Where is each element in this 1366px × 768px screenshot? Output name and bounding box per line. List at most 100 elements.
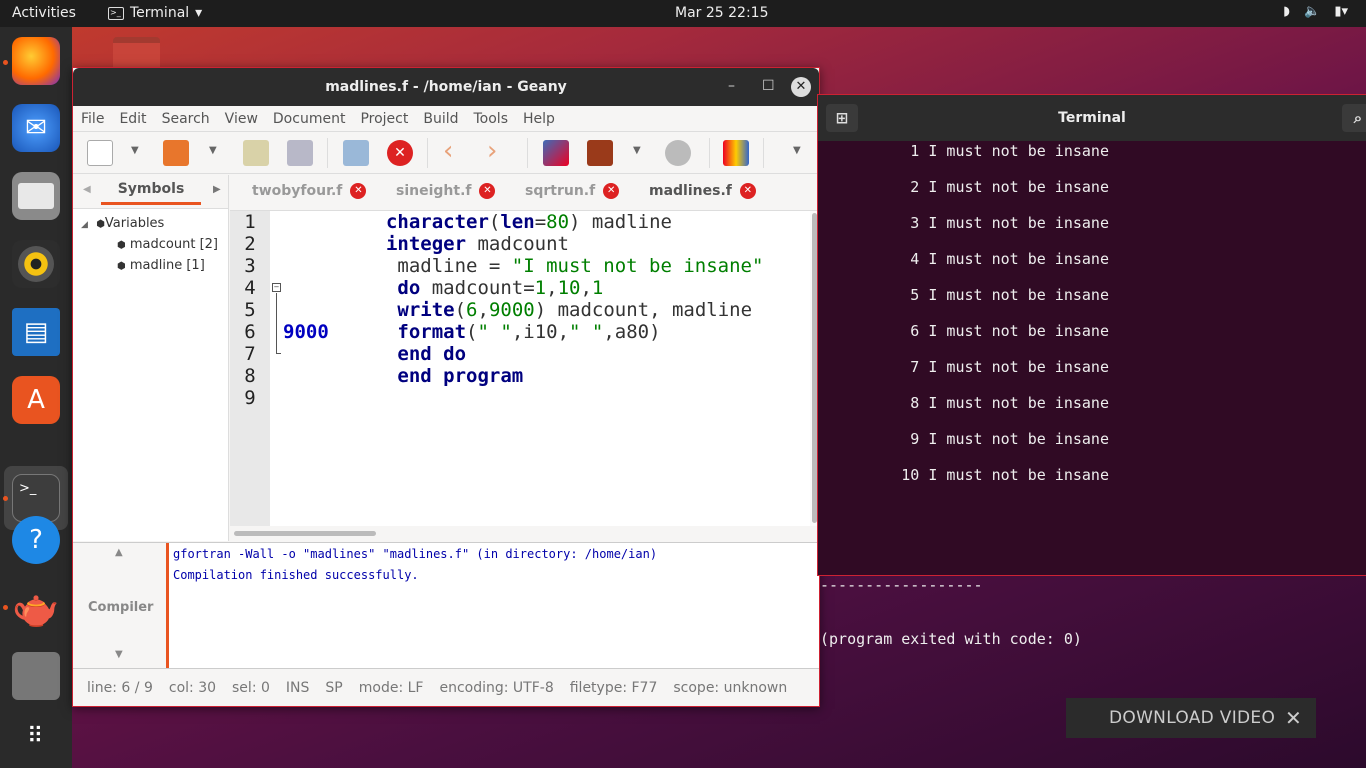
new-tab-icon[interactable]: ⊞ bbox=[826, 104, 858, 132]
terminal-dock-icon[interactable]: >_ bbox=[12, 474, 60, 522]
terminal-line: 10 I must not be insane bbox=[820, 466, 1109, 484]
close-icon[interactable]: ✕ bbox=[1285, 706, 1302, 730]
tree-item-madcount[interactable]: ⬢ madcount [2] bbox=[73, 234, 228, 255]
sidebar-next-icon[interactable]: ▶ bbox=[213, 184, 221, 195]
build-icon[interactable] bbox=[587, 140, 613, 166]
color-chooser-icon[interactable] bbox=[723, 140, 749, 166]
status-line: line: 6 / 9 bbox=[87, 679, 153, 696]
status-encoding: encoding: UTF-8 bbox=[439, 679, 554, 696]
menu-project[interactable]: Project bbox=[360, 111, 408, 127]
close-icon[interactable]: ✕ bbox=[791, 77, 811, 97]
new-file-icon[interactable] bbox=[87, 140, 113, 166]
search-icon[interactable]: ⌕ bbox=[1342, 104, 1366, 132]
open-dropdown-icon[interactable]: ▼ bbox=[209, 145, 219, 171]
terminal-titlebar[interactable]: ⊞ Terminal ⌕ bbox=[818, 95, 1366, 141]
tab-close-icon[interactable]: ✕ bbox=[739, 183, 756, 199]
terminal-output[interactable]: 1 I must not be insane 2 I must not be i… bbox=[820, 143, 1109, 503]
code-token: do bbox=[397, 277, 421, 299]
app-menu[interactable]: >_ Terminal ▾ bbox=[108, 5, 202, 21]
thunderbird-icon[interactable]: ✉ bbox=[12, 104, 60, 152]
tab-close-icon[interactable]: ✕ bbox=[603, 183, 620, 199]
status-scope: scope: unknown bbox=[673, 679, 788, 696]
code-line: end program bbox=[283, 365, 810, 387]
tab-symbols[interactable]: Symbols bbox=[101, 181, 201, 205]
menu-edit[interactable]: Edit bbox=[119, 111, 146, 127]
menu-tools[interactable]: Tools bbox=[474, 111, 509, 127]
code-token: 6 bbox=[466, 299, 478, 321]
line-number: 4 bbox=[244, 277, 256, 299]
status-ins: INS bbox=[285, 679, 310, 696]
download-video-banner[interactable]: DOWNLOAD VIDEO ✕ bbox=[1066, 698, 1316, 738]
line-number: 3 bbox=[244, 255, 256, 277]
clock[interactable]: Mar 25 22:15 bbox=[675, 5, 768, 21]
forward-icon[interactable]: › bbox=[487, 138, 513, 166]
activities-button[interactable]: Activities bbox=[12, 5, 76, 21]
toolbar-overflow-icon[interactable]: ▼ bbox=[793, 145, 803, 171]
sidebar-prev-icon[interactable]: ◀ bbox=[83, 184, 91, 195]
code-token: end program bbox=[397, 365, 524, 387]
terminal-line: 3 I must not be insane bbox=[820, 214, 1109, 232]
panel-down-icon[interactable]: ▼ bbox=[115, 649, 123, 660]
sidebar: ◀ Symbols ▶ ◢ ⬢Variables ⬢ madcount [2] … bbox=[73, 175, 229, 541]
terminal-line: 4 I must not be insane bbox=[820, 250, 1109, 268]
fold-marker-icon[interactable]: − bbox=[272, 283, 281, 292]
symbol-tree: ◢ ⬢Variables ⬢ madcount [2] ⬢ madline [1… bbox=[73, 209, 228, 276]
variable-icon: ⬢ bbox=[117, 261, 126, 272]
menu-help[interactable]: Help bbox=[523, 111, 555, 127]
panel-up-icon[interactable]: ▲ bbox=[115, 547, 123, 558]
download-video-button[interactable]: DOWNLOAD VIDEO bbox=[1109, 708, 1275, 728]
tab-compiler[interactable]: Compiler bbox=[88, 600, 153, 615]
tab-close-icon[interactable]: ✕ bbox=[350, 183, 367, 199]
menu-view[interactable]: View bbox=[225, 111, 258, 127]
build-dropdown-icon[interactable]: ▼ bbox=[633, 145, 643, 171]
tab-twobyfour[interactable]: twobyfour.f ✕ bbox=[252, 183, 367, 199]
close-file-icon[interactable]: ✕ bbox=[387, 140, 413, 166]
tree-group-variables[interactable]: ◢ ⬢Variables bbox=[73, 213, 228, 234]
code-line: end do bbox=[283, 343, 810, 365]
save-icon[interactable] bbox=[243, 140, 269, 166]
ubuntu-software-icon[interactable]: A bbox=[12, 376, 60, 424]
code-token: " " bbox=[477, 321, 512, 343]
rhythmbox-icon[interactable] bbox=[12, 240, 60, 288]
sd-card-icon[interactable] bbox=[12, 652, 60, 700]
tab-sqrtrun[interactable]: sqrtrun.f ✕ bbox=[525, 183, 620, 199]
horizontal-scrollbar[interactable] bbox=[230, 526, 820, 540]
menu-search[interactable]: Search bbox=[162, 111, 210, 127]
tab-sineight[interactable]: sineight.f ✕ bbox=[396, 183, 496, 199]
compile-icon[interactable] bbox=[543, 140, 569, 166]
show-applications-icon[interactable]: ⠿ bbox=[12, 712, 60, 760]
execute-icon[interactable] bbox=[665, 140, 691, 166]
system-tray[interactable]: ◗ 🔈 ▮▾ bbox=[1283, 4, 1348, 19]
firefox-icon[interactable] bbox=[12, 37, 60, 85]
tree-item-madline[interactable]: ⬢ madline [1] bbox=[73, 255, 228, 276]
tab-madlines[interactable]: madlines.f ✕ bbox=[637, 183, 774, 214]
minimize-icon[interactable]: – bbox=[728, 77, 735, 95]
menu-build[interactable]: Build bbox=[423, 111, 458, 127]
line-number: 8 bbox=[244, 365, 256, 387]
code-editor[interactable]: character(len=80) madline integer madcou… bbox=[283, 211, 810, 526]
wifi-icon: ◗ bbox=[1283, 4, 1291, 19]
fold-margin[interactable]: − bbox=[270, 211, 283, 526]
geany-icon[interactable]: 🫖 bbox=[12, 584, 60, 632]
help-icon[interactable]: ? bbox=[12, 516, 60, 564]
menu-document[interactable]: Document bbox=[273, 111, 346, 127]
status-filetype: filetype: F77 bbox=[569, 679, 658, 696]
save-all-icon[interactable] bbox=[287, 140, 313, 166]
revert-icon[interactable] bbox=[343, 140, 369, 166]
open-file-icon[interactable] bbox=[163, 140, 189, 166]
libreoffice-writer-icon[interactable]: ▤ bbox=[12, 308, 60, 356]
geany-titlebar[interactable]: madlines.f - /home/ian - Geany – ☐ ✕ bbox=[73, 68, 819, 106]
files-icon[interactable] bbox=[12, 172, 60, 220]
compiler-line: Compilation finished successfully. bbox=[173, 568, 419, 582]
new-dropdown-icon[interactable]: ▼ bbox=[131, 145, 141, 171]
maximize-icon[interactable]: ☐ bbox=[762, 77, 775, 95]
code-token: write bbox=[397, 299, 455, 321]
variable-icon: ⬢ bbox=[117, 240, 126, 251]
sidebar-tabs: ◀ Symbols ▶ bbox=[73, 175, 228, 209]
menu-file[interactable]: File bbox=[81, 111, 104, 127]
tab-close-icon[interactable]: ✕ bbox=[479, 183, 496, 199]
terminal-line: 7 I must not be insane bbox=[820, 358, 1109, 376]
back-icon[interactable]: ‹ bbox=[443, 138, 469, 166]
